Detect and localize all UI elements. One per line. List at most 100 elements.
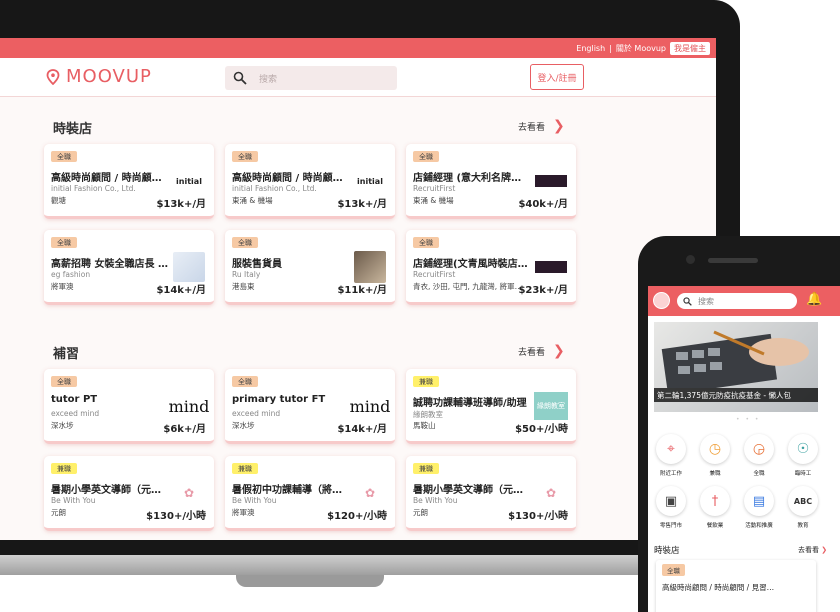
chevron-right-icon: ❯ [553, 118, 565, 134]
job-location: 東涌 & 機場 [413, 196, 454, 205]
laptop-notch [236, 575, 384, 587]
category-temp[interactable]: ☉ 臨時工 [786, 434, 820, 477]
job-type-badge: 兼職 [232, 463, 258, 474]
company-name: initial Fashion Co., Ltd. [232, 184, 317, 193]
job-card[interactable]: 全職 服裝售貨員 Ru Italy 港島東 $11k+/月 [225, 230, 395, 305]
job-card[interactable]: 全職 高薪招聘 女裝全職店長 (… eg fashion 將軍澳 $14k+/月 [44, 230, 214, 305]
company-name: exceed mind [232, 409, 281, 418]
job-type-badge: 全職 [51, 151, 77, 162]
job-card[interactable]: 兼職 暑假初中功課輔導（將軍… Be With You 將軍澳 ✿ $120+/… [225, 456, 395, 531]
avatar[interactable] [653, 292, 670, 309]
company-name: Be With You [51, 496, 96, 505]
job-title: 服裝售貨員 [232, 259, 282, 270]
mobile-see-all[interactable]: 去看看 ❯ [798, 545, 827, 555]
job-type-badge: 全職 [413, 237, 439, 248]
job-card[interactable]: 全職 tutor PT exceed mind 深水埗 mind $6k+/月 [44, 369, 214, 444]
job-card[interactable]: 全職 高級時尚顧問 / 時尚顧問… initial Fashion Co., L… [225, 144, 395, 219]
language-link[interactable]: English [576, 44, 605, 53]
job-card[interactable]: 兼職 暑期小學英文導師（元朗… Be With You 元朗 ✿ $130+/小… [406, 456, 576, 531]
job-card[interactable]: 全職 店鋪經理 (意大利名牌時… RecruitFirst 東涌 & 機場 $4… [406, 144, 576, 219]
top-bar: English | 關於 Moovup 我是僱主 [0, 38, 716, 58]
job-title: 高級時尚顧問 / 時尚顧問… [51, 173, 169, 184]
job-location: 東涌 & 機場 [232, 196, 273, 205]
about-link[interactable]: 關於 Moovup [616, 43, 666, 54]
site-header: MOOVUP 搜索 登入/註冊 [0, 58, 716, 97]
category-label: 活動和推廣 [745, 523, 773, 529]
company-logo: initial [357, 176, 383, 186]
calculator-photo [661, 330, 809, 395]
speaker [708, 258, 758, 263]
job-title: 高級時尚顧問 / 時尚顧問 / 見習… [662, 583, 775, 592]
job-type-badge: 兼職 [51, 463, 77, 474]
category-label: 零售門市 [659, 523, 682, 529]
web-page: English | 關於 Moovup 我是僱主 MOOVUP 搜索 登入/註冊… [0, 38, 716, 540]
see-all-label: 去看看 [518, 122, 546, 133]
logo-text: MOOVUP [66, 66, 152, 87]
category-part-time[interactable]: ◷ 兼職 [698, 434, 732, 477]
map-pin-icon: ⌖ [656, 434, 686, 464]
abc-blocks-icon: ABC [788, 486, 818, 516]
job-location: 觀塘 [51, 196, 66, 205]
job-location: 青衣, 沙田, 屯門, 九龍灣, 將軍… [413, 282, 523, 291]
job-title: 暑期小學英文導師（元朗… [51, 485, 169, 496]
map-pin-icon [46, 68, 60, 85]
carousel-dots: • • • [736, 416, 761, 423]
see-all-fashion[interactable]: 去看看 ❯ [518, 118, 565, 134]
company-name: Be With You [232, 496, 277, 505]
flower-logo-icon: ✿ [545, 486, 557, 500]
mobile-search-input[interactable]: 搜索 [677, 293, 797, 309]
job-type-badge: 全職 [51, 376, 77, 387]
employer-button[interactable]: 我是僱主 [670, 41, 710, 55]
category-label: 教育 [797, 523, 809, 529]
job-card[interactable]: 兼職 暑期小學英文導師（元朗… Be With You 元朗 ✿ $130+/小… [44, 456, 214, 531]
company-logo: mind [349, 396, 391, 416]
front-camera [686, 255, 695, 264]
section-title-fashion: 時裝店 [53, 122, 93, 137]
job-title: 店鋪經理(文青風時裝店)… [413, 259, 531, 270]
mobile-job-card[interactable]: 全職 高級時尚顧問 / 時尚顧問 / 見習… [656, 560, 816, 612]
job-card[interactable]: 全職 店鋪經理(文青風時裝店)… RecruitFirst 青衣, 沙田, 屯門… [406, 230, 576, 305]
job-location: 將軍澳 [51, 282, 74, 291]
category-food[interactable]: † 餐飲業 [698, 486, 732, 529]
category-retail[interactable]: ▣ 零售門市 [654, 486, 688, 529]
job-card[interactable]: 全職 primary tutor FT exceed mind 深水埗 mind… [225, 369, 395, 444]
search-input[interactable]: 搜索 [225, 66, 397, 90]
salary: $14k+/月 [337, 424, 387, 435]
salary: $40k+/月 [518, 199, 568, 210]
salary: $6k+/月 [163, 424, 206, 435]
bell-icon[interactable]: 🔔 [806, 292, 822, 307]
salary: $14k+/月 [156, 285, 206, 296]
job-title: 店鋪經理 (意大利名牌時… [413, 173, 531, 184]
search-placeholder: 搜索 [259, 74, 278, 85]
salary: $13k+/月 [156, 199, 206, 210]
category-promotion[interactable]: ▤ 活動和推廣 [742, 486, 776, 529]
category-label: 兼職 [709, 471, 721, 477]
salary: $13k+/月 [337, 199, 387, 210]
flower-logo-icon: ✿ [364, 486, 376, 500]
job-type-badge: 兼職 [413, 463, 439, 474]
category-nearby[interactable]: ⌖ 附近工作 [654, 434, 688, 477]
category-label: 全職 [753, 471, 765, 477]
moovup-logo[interactable]: MOOVUP [46, 66, 152, 87]
category-education[interactable]: ABC 教育 [786, 486, 820, 529]
login-button[interactable]: 登入/註冊 [530, 64, 584, 90]
category-label: 臨時工 [794, 471, 812, 477]
job-location: 深水埗 [51, 421, 74, 430]
job-card[interactable]: 全職 高級時尚顧問 / 時尚顧問… initial Fashion Co., L… [44, 144, 214, 219]
salary: $50+/小時 [515, 424, 568, 435]
job-title: 高級時尚顧問 / 時尚顧問… [232, 173, 350, 184]
company-name: RecruitFirst [413, 184, 456, 193]
promo-banner[interactable]: 第二輪1,375億元防疫抗疫基金 - 懶人包 [654, 322, 818, 412]
mobile-app: 搜索 🔔 第二輪1,375億元防疫抗疫基金 - 懶人包 • • • ⌖ 附近工作… [648, 286, 840, 612]
company-logo [534, 166, 568, 196]
company-name: 緣朗教室 [413, 410, 443, 419]
job-card[interactable]: 兼職 誠聘功課輔導班導師/助理 緣朗教室 馬鞍山 緣朗教室 $50+/小時 [406, 369, 576, 444]
see-all-tutoring[interactable]: 去看看 ❯ [518, 343, 565, 359]
company-name: Ru Italy [232, 270, 261, 279]
job-title: 高薪招聘 女裝全職店長 (… [51, 259, 169, 270]
search-placeholder: 搜索 [698, 296, 714, 306]
company-name: RecruitFirst [413, 270, 456, 279]
category-label: 餐飲業 [706, 523, 724, 529]
mobile-section-title: 時裝店 [654, 546, 680, 556]
category-full-time[interactable]: ◶ 全職 [742, 434, 776, 477]
